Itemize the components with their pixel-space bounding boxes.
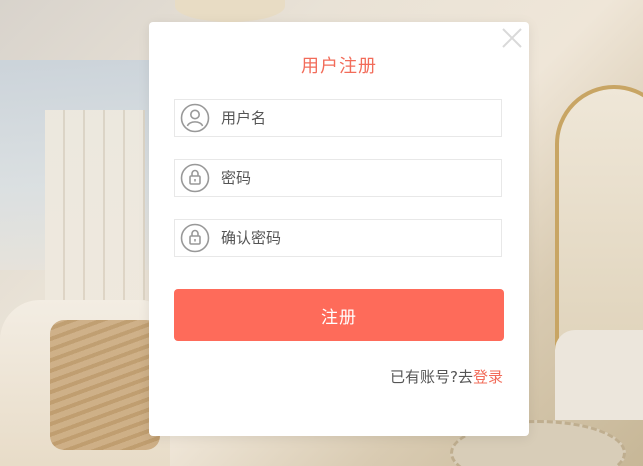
login-link[interactable]: 登录 [473, 368, 503, 386]
user-icon [180, 103, 210, 133]
username-input[interactable] [221, 100, 491, 136]
lock-icon [180, 223, 210, 253]
background-sofa [555, 330, 643, 420]
register-button[interactable]: 注册 [174, 289, 504, 341]
background-lamp [175, 0, 285, 22]
background-blanket [50, 320, 160, 450]
password-input[interactable] [221, 160, 491, 196]
login-prompt-text: 已有账号?去 [390, 368, 473, 386]
confirm-password-field [174, 219, 502, 257]
username-field [174, 99, 502, 137]
close-icon [502, 28, 522, 48]
lock-icon [180, 163, 210, 193]
background-mirror [555, 85, 643, 353]
dialog-title: 用户注册 [301, 56, 377, 77]
background-folding-screen [45, 110, 145, 300]
login-prompt: 已有账号?去登录 [390, 366, 503, 387]
password-field [174, 159, 502, 197]
confirm-password-input[interactable] [221, 220, 491, 256]
close-button[interactable] [501, 27, 523, 49]
register-dialog: 用户注册 注册 已有账号?去登录 [149, 22, 529, 436]
